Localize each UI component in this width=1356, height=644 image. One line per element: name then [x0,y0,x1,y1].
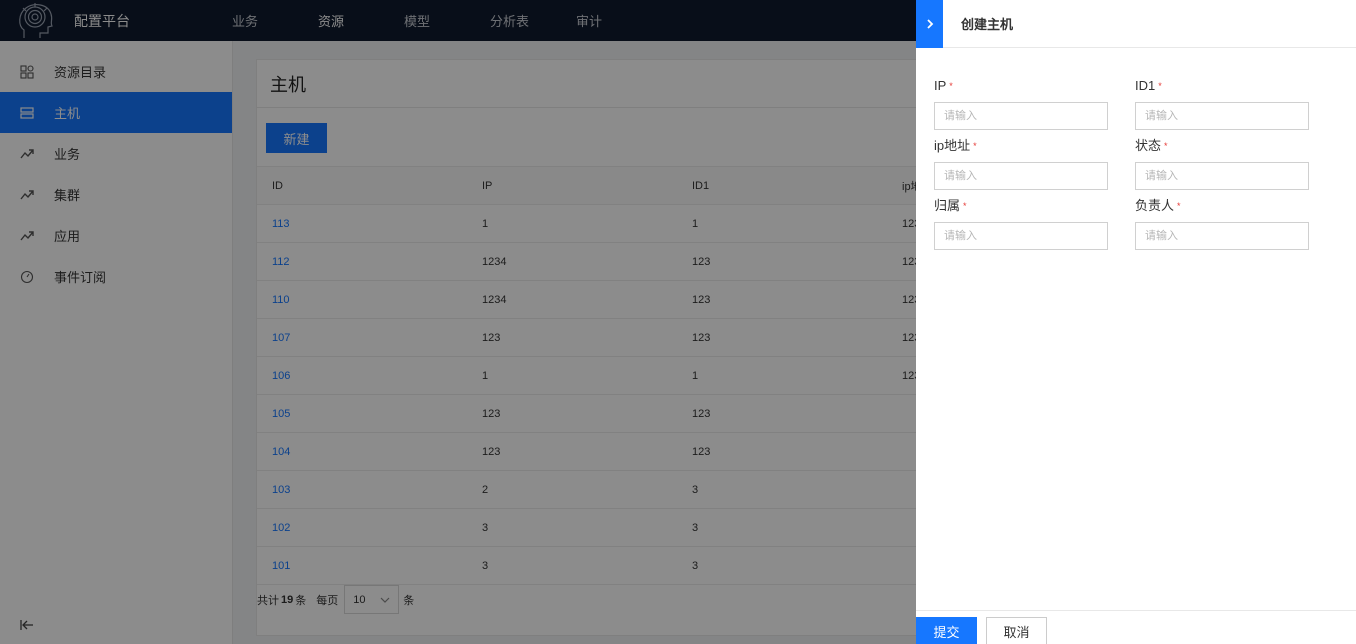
field-status: 状态 * [1135,137,1309,190]
drawer-header: 创建主机 [916,0,1356,48]
field-label: 状态 * [1135,138,1168,153]
submit-button[interactable]: 提交 [916,617,977,644]
field-label: ID1 * [1135,78,1162,93]
field-label: 负责人 * [1135,198,1181,213]
required-mark: * [963,201,967,211]
ip-input[interactable] [934,102,1108,130]
required-mark: * [1177,201,1181,211]
field-label: ip地址 * [934,138,977,153]
create-host-form: IP* ID1* ip地址* 状态* 归属* 负责人* [934,77,1309,250]
drawer-title: 创建主机 [961,17,1014,32]
field-owner: 负责人 * [1135,197,1309,250]
field-ip: IP * [934,77,1108,130]
id1-input[interactable] [1135,102,1309,130]
cancel-button[interactable]: 取消 [986,617,1047,644]
field-label: 归属 * [934,198,967,213]
field-id1: ID1 * [1135,77,1309,130]
drawer-footer: 提交 取消 [916,610,1356,644]
chevron-right-icon[interactable] [916,0,943,48]
required-mark: * [973,141,977,151]
create-host-drawer: 创建主机 IP* ID1* ip地址* 状态* 归属* 负责人* 提交 取消 [916,0,1356,644]
status-input[interactable] [1135,162,1309,190]
required-mark: * [1164,141,1168,151]
required-mark: * [1158,81,1162,91]
required-mark: * [949,81,953,91]
ip-address-input[interactable] [934,162,1108,190]
field-belongs-to: 归属 * [934,197,1108,250]
field-label: IP * [934,78,953,93]
owner-input[interactable] [1135,222,1309,250]
modal-overlay[interactable] [0,0,916,644]
field-ip-address: ip地址 * [934,137,1108,190]
belongs-to-input[interactable] [934,222,1108,250]
